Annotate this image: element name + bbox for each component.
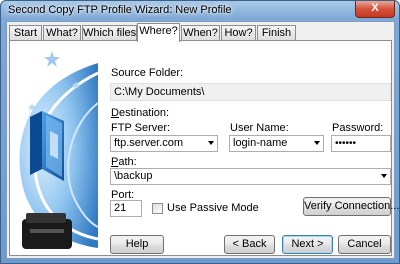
password-label: Password:: [332, 122, 384, 134]
wizard-client-area: Start What? Which files? Where? When? Ho…: [6, 21, 399, 259]
window-title: Second Copy FTP Profile Wizard: New Prof…: [8, 4, 232, 16]
port-field[interactable]: 21: [110, 200, 142, 217]
ftp-server-combo[interactable]: ftp.server.com: [110, 135, 218, 152]
tab-start[interactable]: Start: [9, 25, 42, 41]
username-label: User Name:: [230, 122, 289, 134]
tab-when[interactable]: When?: [181, 25, 220, 41]
tab-finish[interactable]: Finish: [257, 25, 296, 41]
cancel-button[interactable]: Cancel: [338, 235, 391, 254]
source-folder-field: C:\My Documents\: [110, 83, 391, 101]
tab-where[interactable]: Where?: [137, 23, 180, 42]
path-label: Path:: [111, 156, 137, 168]
back-button[interactable]: < Back: [224, 235, 275, 254]
dropdown-arrow-icon: [208, 141, 214, 145]
ftp-server-value: ftp.server.com: [114, 137, 184, 149]
passive-mode-label[interactable]: Use Passive Mode: [167, 202, 259, 214]
wizard-window: Second Copy FTP Profile Wizard: New Prof…: [0, 0, 400, 264]
close-button[interactable]: X: [355, 1, 395, 18]
dropdown-arrow-icon: [381, 174, 387, 178]
tab-which-files[interactable]: Which files?: [82, 25, 142, 41]
username-value: login-name: [233, 137, 288, 149]
ftp-server-label: FTP Server:: [111, 122, 171, 134]
wizard-tabs: Start What? Which files? Where? When? Ho…: [7, 23, 394, 42]
title-bar[interactable]: Second Copy FTP Profile Wizard: New Prof…: [1, 1, 399, 19]
source-folder-label: Source Folder:: [111, 67, 184, 79]
close-icon: X: [371, 2, 379, 14]
destination-label: Destination:: [111, 107, 170, 119]
tab-what[interactable]: What?: [43, 25, 81, 41]
wizard-illustration: [12, 43, 98, 253]
verify-connection-button[interactable]: Verify Connection...: [303, 197, 399, 216]
passive-mode-checkbox[interactable]: [152, 203, 163, 214]
folder-copy-illustration-icon: [12, 43, 98, 253]
path-combo[interactable]: \backup: [110, 168, 391, 185]
path-value: \backup: [114, 170, 153, 182]
password-field[interactable]: ••••••: [331, 135, 391, 152]
tab-how[interactable]: How?: [221, 25, 256, 41]
next-button[interactable]: Next >: [282, 235, 333, 254]
where-tab-panel: Source Folder: C:\My Documents\ Destinat…: [9, 40, 399, 256]
help-button[interactable]: Help: [110, 235, 164, 254]
dropdown-arrow-icon: [314, 141, 320, 145]
username-combo[interactable]: login-name: [229, 135, 324, 152]
